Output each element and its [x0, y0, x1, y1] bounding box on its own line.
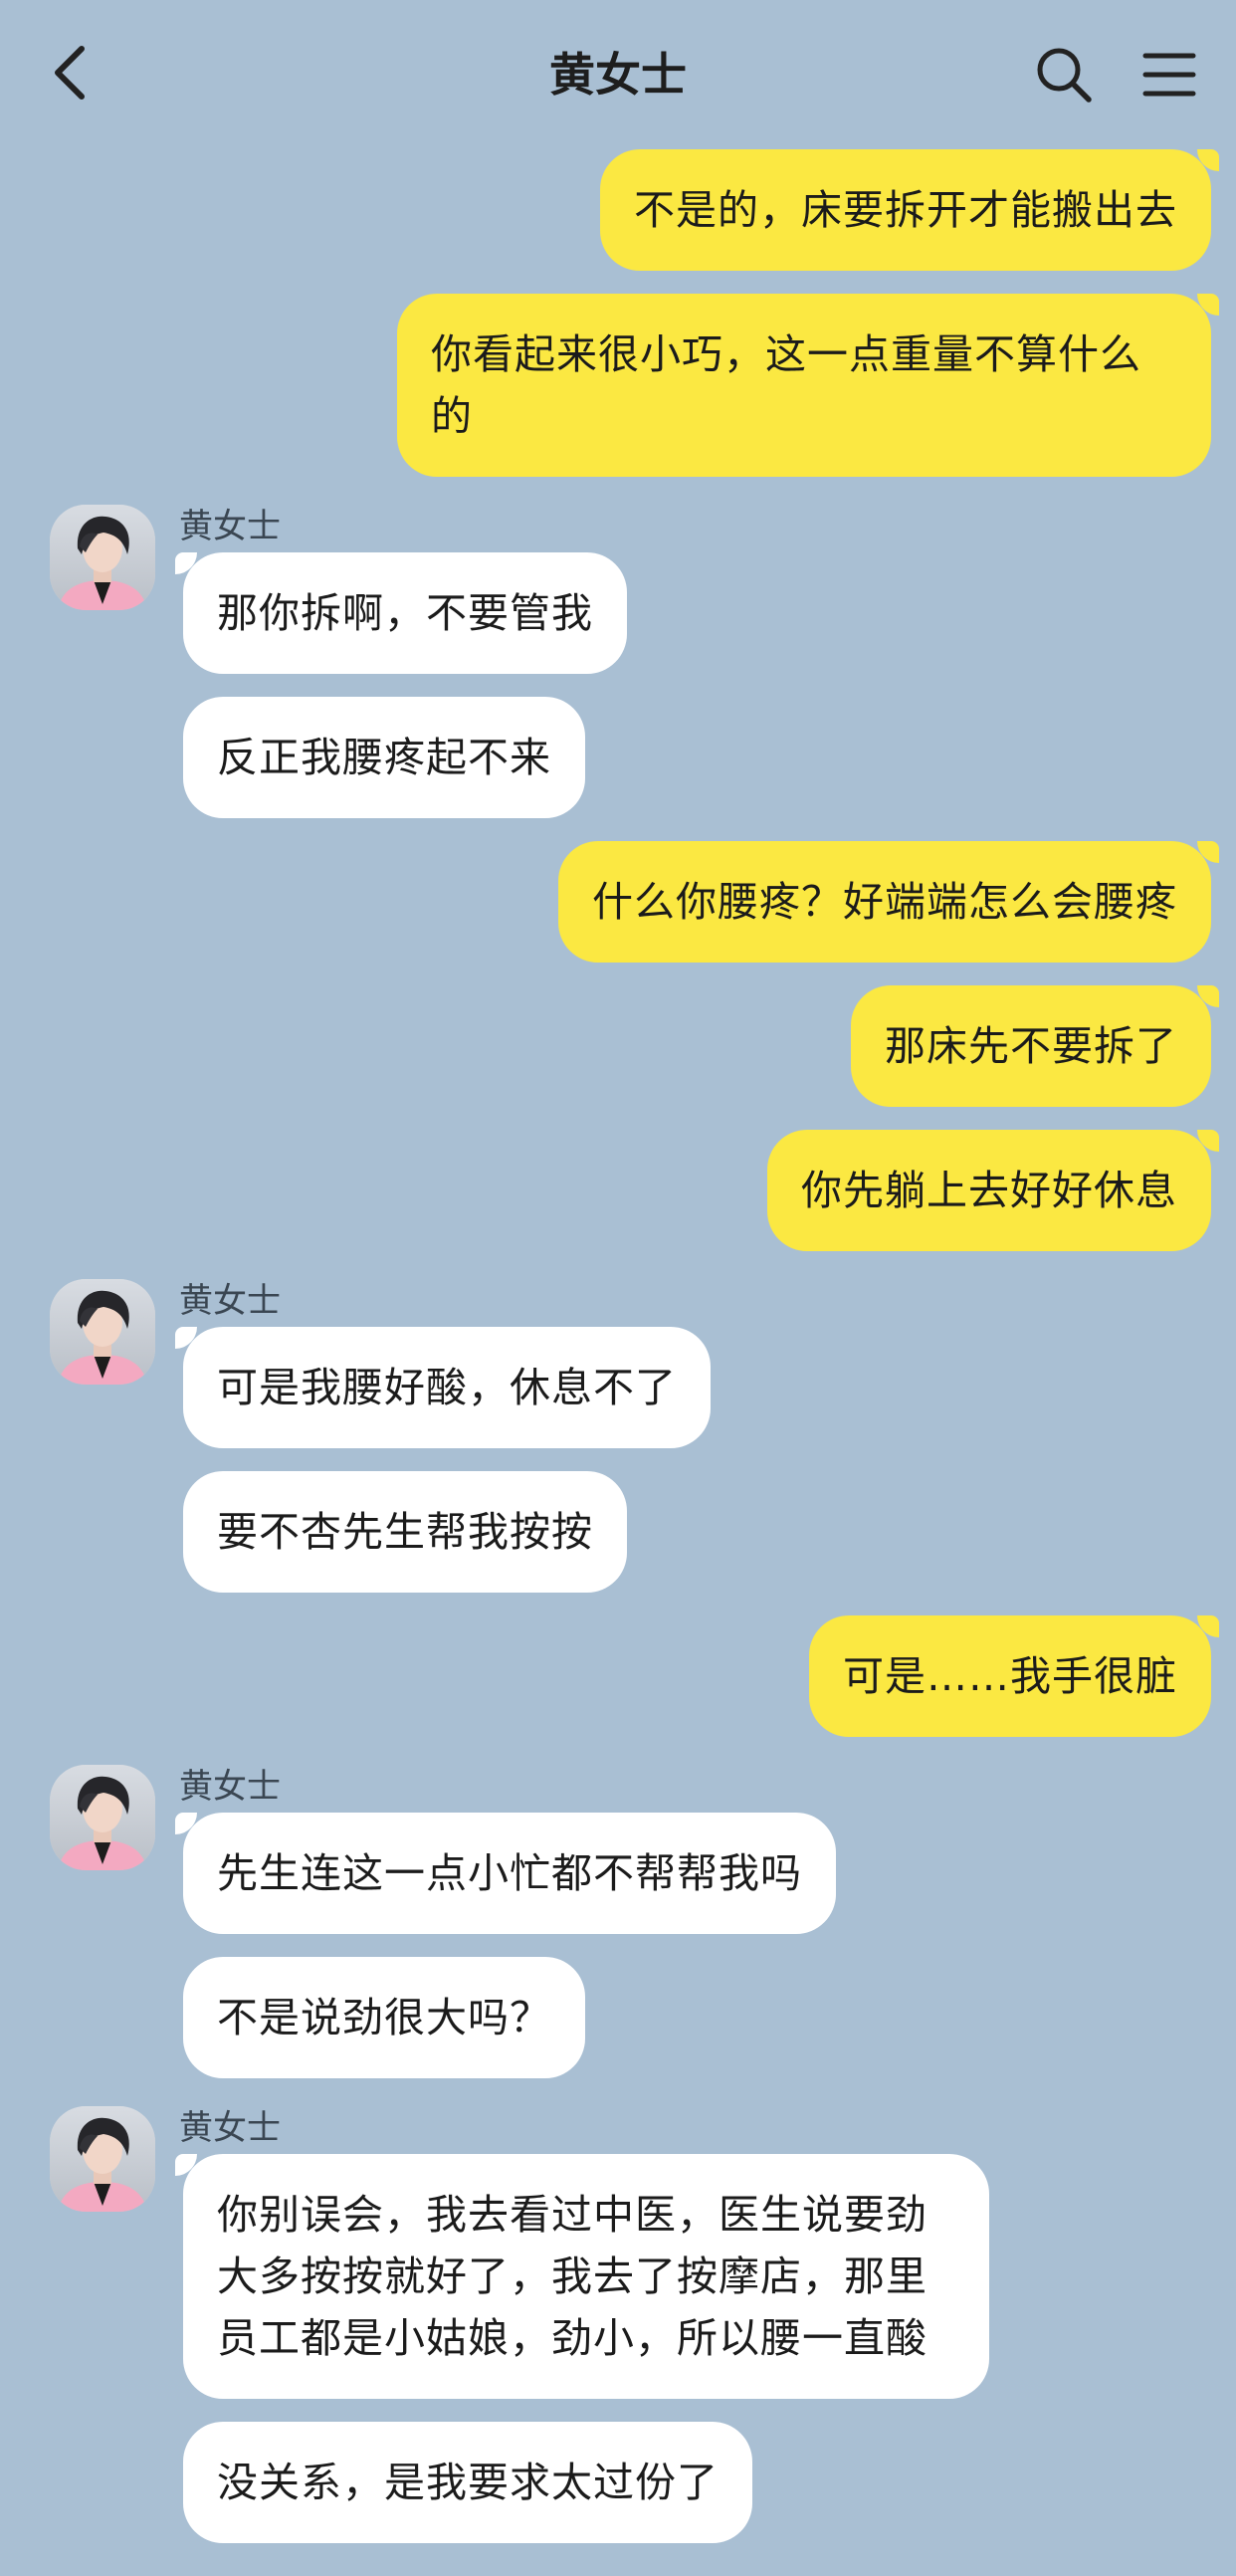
incoming-message-group: 黄女士你别误会，我去看过中医，医生说要劲大多按按就好了，我去了按摩店，那里员工都…: [0, 2106, 1236, 2543]
incoming-message-group: 黄女士可是我腰好酸，休息不了要不杏先生帮我按按: [0, 1279, 1236, 1593]
contact-avatar-image: [50, 2106, 155, 2212]
contact-avatar-image: [50, 1765, 155, 1870]
sender-name: 黄女士: [179, 1767, 281, 1807]
incoming-message-bubble[interactable]: 不是说劲很大吗？: [183, 1957, 585, 2078]
sender-name: 黄女士: [179, 2108, 281, 2148]
contact-avatar[interactable]: [50, 1765, 155, 1870]
outgoing-message-row: 可是……我手很脏: [0, 1615, 1236, 1737]
incoming-message-bubble[interactable]: 你别误会，我去看过中医，医生说要劲大多按按就好了，我去了按摩店，那里员工都是小姑…: [175, 2154, 989, 2399]
incoming-message-bubble[interactable]: 要不杏先生帮我按按: [183, 1471, 627, 1593]
outgoing-message-bubble[interactable]: 你先躺上去好好休息: [767, 1130, 1219, 1251]
incoming-message-group: 黄女士那你拆啊，不要管我反正我腰疼起不来: [0, 505, 1236, 818]
outgoing-message-bubble[interactable]: 可是……我手很脏: [809, 1615, 1219, 1737]
contact-avatar[interactable]: [50, 1279, 155, 1385]
sender-name: 黄女士: [179, 1281, 281, 1321]
contact-avatar[interactable]: [50, 505, 155, 610]
incoming-message-group: 黄女士先生连这一点小忙都不帮帮我吗不是说劲很大吗？: [0, 1765, 1236, 2078]
incoming-message-row: 反正我腰疼起不来: [183, 697, 1236, 818]
outgoing-message-row: 你先躺上去好好休息: [0, 1130, 1236, 1251]
outgoing-message-row: 什么你腰疼？好端端怎么会腰疼: [0, 841, 1236, 963]
contact-avatar-image: [50, 505, 155, 610]
outgoing-message-bubble[interactable]: 不是的，床要拆开才能搬出去: [600, 149, 1219, 271]
outgoing-message-row: 不是的，床要拆开才能搬出去: [0, 149, 1236, 271]
message-list[interactable]: 不是的，床要拆开才能搬出去 你看起来很小巧，这一点重量不算什么的 黄女士 那你拆啊，…: [0, 149, 1236, 2576]
incoming-message-bubble[interactable]: 反正我腰疼起不来: [183, 697, 585, 818]
outgoing-message-row: 你看起来很小巧，这一点重量不算什么的: [0, 294, 1236, 477]
top-bar: 黄女士: [0, 0, 1236, 149]
contact-avatar[interactable]: [50, 2106, 155, 2212]
incoming-message-row: 要不杏先生帮我按按: [183, 1471, 1236, 1593]
incoming-message-bubble[interactable]: 可是我腰好酸，休息不了: [175, 1327, 711, 1448]
search-button[interactable]: [1029, 40, 1099, 109]
incoming-message-bubble[interactable]: 那你拆啊，不要管我: [175, 552, 627, 674]
incoming-message-row: 没关系，是我要求太过份了: [183, 2422, 1236, 2543]
sender-name: 黄女士: [179, 507, 281, 546]
search-icon: [1037, 48, 1092, 103]
incoming-message-row: 那你拆啊，不要管我: [175, 552, 1236, 674]
outgoing-message-bubble[interactable]: 那床先不要拆了: [851, 985, 1219, 1107]
incoming-message-bubble[interactable]: 没关系，是我要求太过份了: [183, 2422, 752, 2543]
hamburger-menu-icon: [1142, 53, 1196, 97]
incoming-message-row: 可是我腰好酸，休息不了: [175, 1327, 1236, 1448]
incoming-message-row: 你别误会，我去看过中医，医生说要劲大多按按就好了，我去了按摩店，那里员工都是小姑…: [175, 2154, 1236, 2399]
menu-button[interactable]: [1134, 40, 1204, 109]
outgoing-message-bubble[interactable]: 你看起来很小巧，这一点重量不算什么的: [397, 294, 1219, 477]
outgoing-message-row: 那床先不要拆了: [0, 985, 1236, 1107]
contact-avatar-image: [50, 1279, 155, 1385]
incoming-message-bubble[interactable]: 先生连这一点小忙都不帮帮我吗: [175, 1813, 836, 1934]
incoming-message-row: 先生连这一点小忙都不帮帮我吗: [175, 1813, 1236, 1934]
outgoing-message-bubble[interactable]: 什么你腰疼？好端端怎么会腰疼: [558, 841, 1219, 963]
incoming-message-row: 不是说劲很大吗？: [183, 1957, 1236, 2078]
